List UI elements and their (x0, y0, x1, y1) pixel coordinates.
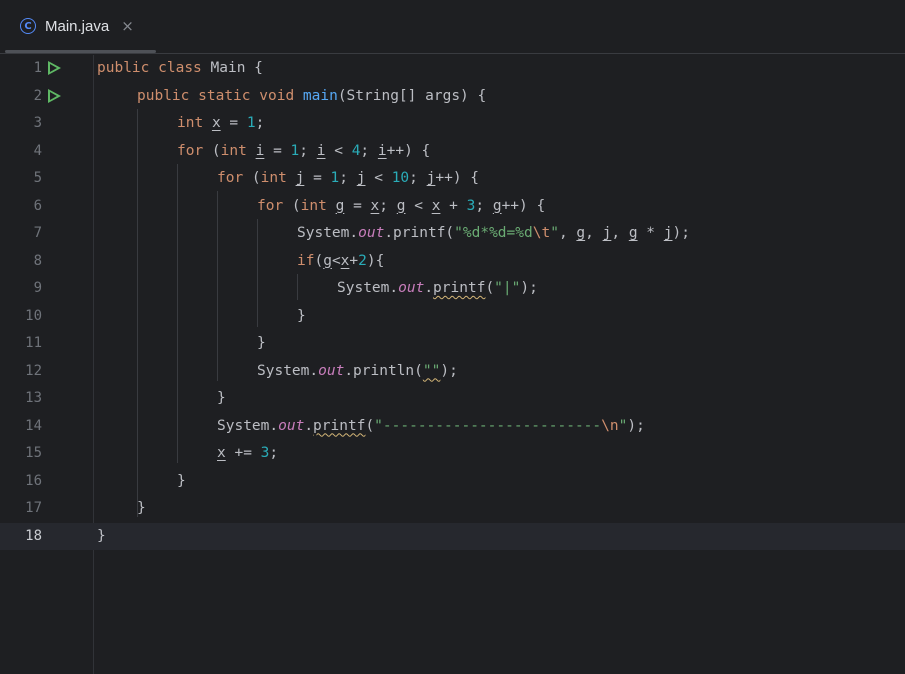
code-text: System.out.println(""); (257, 362, 458, 379)
code-text: System.out.printf("---------------------… (217, 417, 645, 434)
code-line: 8 if(g<x+2){ (0, 248, 905, 275)
code-text: int x = 1; (177, 115, 265, 131)
code-line: 17 } (0, 495, 905, 522)
line-number: 16 (25, 472, 42, 489)
code-text: } (97, 527, 106, 544)
code-text: public static void main(String[] args) { (137, 87, 487, 104)
run-icon[interactable] (48, 61, 61, 75)
code-line: 2 public static void main(String[] args)… (0, 83, 905, 110)
code-line: 15 x += 3; (0, 440, 905, 467)
code-text: for (int g = x; g < x + 3; g++) { (257, 197, 546, 214)
code-text: } (297, 307, 306, 324)
code-line: 16 } (0, 468, 905, 495)
code-line: 6 for (int g = x; g < x + 3; g++) { (0, 193, 905, 220)
code-editor[interactable]: 1 public class Main { 2 public static vo… (0, 55, 905, 674)
line-number: 8 (33, 252, 42, 269)
code-text: } (217, 390, 226, 406)
code-line: 4 for (int i = 1; i < 4; i++) { (0, 138, 905, 165)
tab-main-java[interactable]: C Main.java × (8, 2, 156, 50)
line-number: 6 (33, 197, 42, 214)
tab-label: Main.java (45, 17, 110, 35)
code-line: 11 } (0, 330, 905, 357)
code-text: System.out.printf("%d*%d=%d\t", g, j, g … (297, 225, 690, 241)
code-line: 9 System.out.printf("|"); (0, 275, 905, 302)
line-number: 15 (25, 445, 42, 461)
code-text: } (177, 472, 186, 489)
line-number: 1 (33, 60, 42, 76)
close-icon[interactable]: × (121, 17, 134, 35)
code-text: if(g<x+2){ (297, 252, 385, 269)
line-number: 5 (33, 170, 42, 186)
line-number: 11 (25, 335, 42, 351)
code-text: } (137, 500, 146, 516)
code-text: System.out.printf("|"); (337, 280, 538, 296)
line-number: 2 (33, 87, 42, 104)
code-line: 5 for (int j = 1; j < 10; j++) { (0, 165, 905, 192)
line-number: 4 (33, 142, 42, 159)
code-text: } (257, 335, 266, 351)
editor-tab-bar: C Main.java × (0, 0, 905, 54)
active-tab-indicator (5, 50, 156, 53)
code-line: 7 System.out.printf("%d*%d=%d\t", g, j, … (0, 220, 905, 247)
code-text: public class Main { (97, 60, 263, 76)
code-line: 1 public class Main { (0, 55, 905, 82)
code-text: x += 3; (217, 445, 279, 461)
code-line: 3 int x = 1; (0, 110, 905, 137)
code-line: 10 } (0, 303, 905, 330)
code-text: for (int i = 1; i < 4; i++) { (177, 142, 431, 159)
code-line: 14 System.out.printf("------------------… (0, 413, 905, 440)
line-number: 17 (25, 500, 42, 516)
code-line-current: 18 } (0, 522, 905, 550)
code-line: 13 } (0, 385, 905, 412)
line-number: 12 (25, 362, 42, 379)
line-number: 9 (33, 280, 42, 296)
line-number: 10 (25, 307, 42, 324)
code-line: 12 System.out.println(""); (0, 358, 905, 385)
run-icon[interactable] (48, 88, 61, 103)
line-number: 3 (33, 115, 42, 131)
class-icon: C (20, 18, 36, 34)
line-number: 7 (33, 225, 42, 241)
code-text: for (int j = 1; j < 10; j++) { (217, 170, 480, 186)
line-number: 14 (25, 417, 42, 434)
line-number: 18 (25, 527, 42, 544)
line-number: 13 (25, 390, 42, 406)
